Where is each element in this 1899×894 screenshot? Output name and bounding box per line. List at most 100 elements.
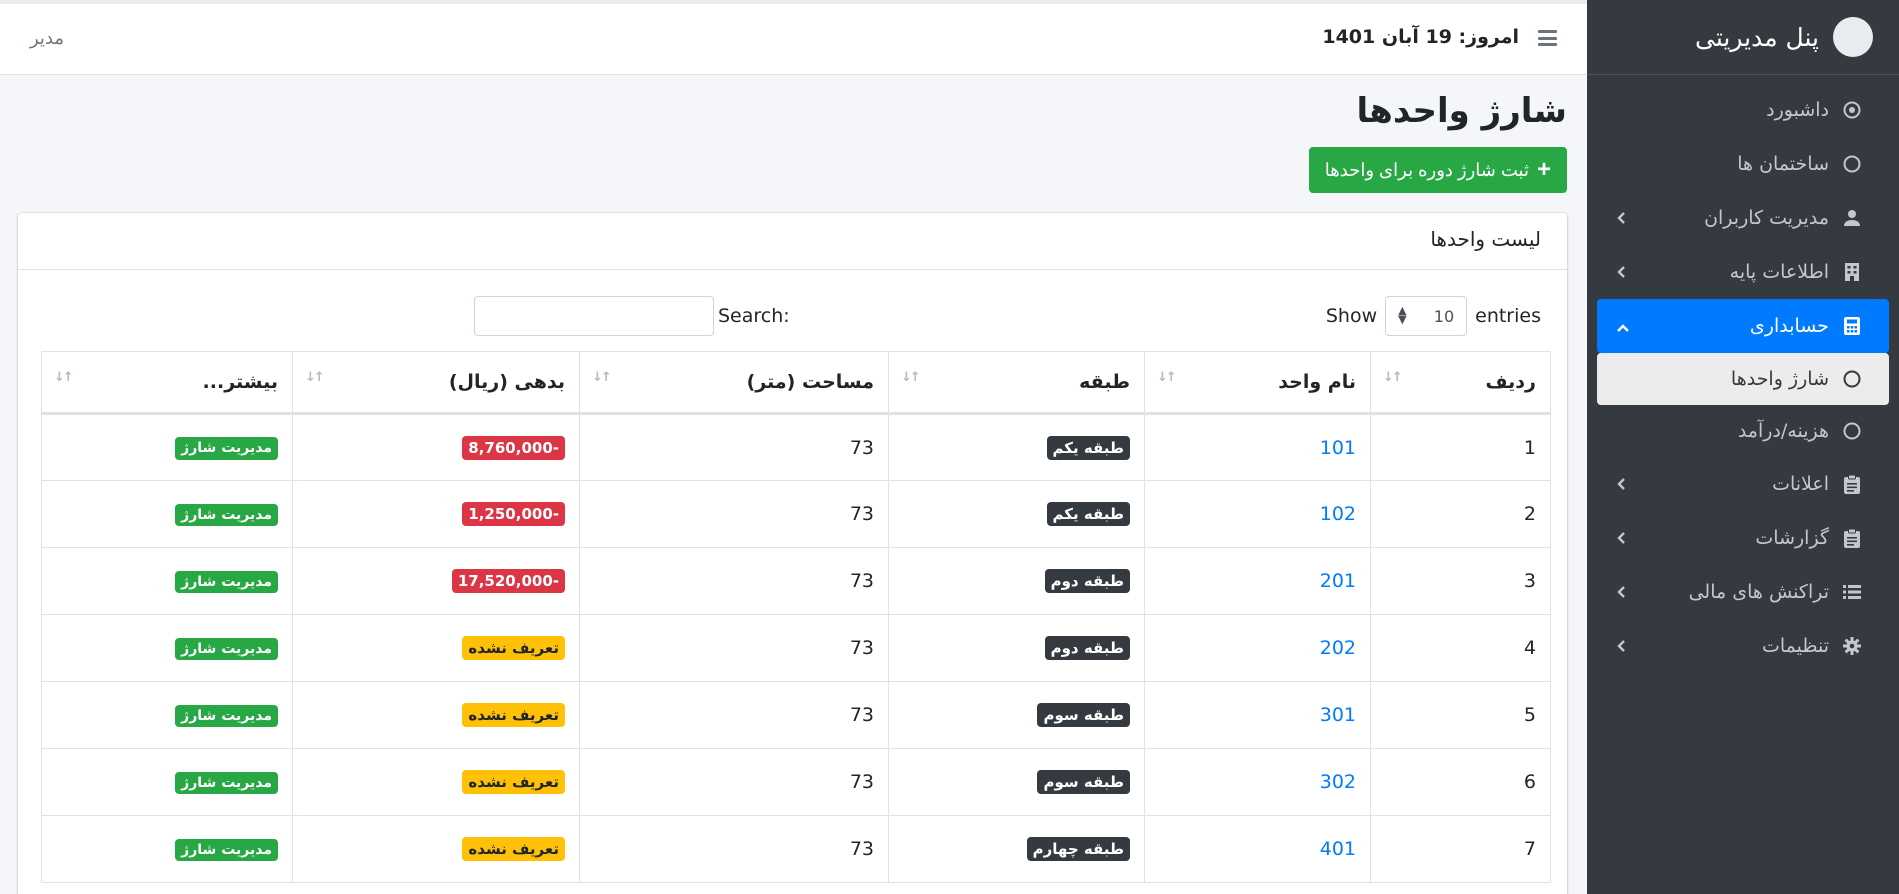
sidebar-item-9[interactable]: تراکنش های مالی: [1597, 565, 1889, 619]
sidebar-item-label: ساختمان ها: [1737, 153, 1829, 175]
floor-badge: طبقه سوم: [1037, 770, 1130, 794]
floor-badge: طبقه یکم: [1046, 502, 1130, 526]
cell-radif: 7: [1370, 815, 1551, 883]
floor-badge: طبقه چهارم: [1026, 837, 1130, 861]
unit-link[interactable]: 301: [1320, 704, 1356, 726]
calculator-icon: [1839, 317, 1865, 335]
gear-icon: [1839, 637, 1865, 655]
user-menu[interactable]: مدیر: [30, 28, 64, 49]
table-row: 6 302 طبقه سوم 73 تعریف نشده مدیریت شارژ: [41, 748, 1551, 816]
manage-charge-button[interactable]: مدیریت شارژ: [175, 437, 278, 460]
chevron-up-icon: [1617, 317, 1629, 336]
cell-radif: 4: [1370, 614, 1551, 682]
col-header-area[interactable]: مساحت (متر) ↑↓: [579, 351, 889, 415]
cell-debt: تعریف نشده: [292, 815, 580, 883]
cell-name: 301: [1144, 681, 1371, 749]
sidebar-item-3[interactable]: اطلاعات پایه: [1597, 245, 1889, 299]
table-body: 1 101 طبقه یکم 73 -8,760,000 مدیریت شارژ 2 102 ط…: [41, 413, 1551, 883]
table-row: 7 401 طبقه چهارم 73 تعریف نشده مدیریت شارژ: [41, 815, 1551, 883]
sidebar-item-4[interactable]: حسابداری: [1597, 299, 1889, 353]
cell-area: 73: [579, 815, 889, 883]
cell-more: مدیریت شارژ: [41, 480, 293, 548]
sidebar-item-2[interactable]: مدیریت کاربران: [1597, 191, 1889, 245]
circle-icon: [1839, 155, 1865, 173]
cell-debt: -8,760,000: [292, 413, 580, 481]
brand-logo: [1833, 17, 1873, 57]
cell-area: 73: [579, 681, 889, 749]
cell-area: 73: [579, 547, 889, 615]
sidebar-item-label: هزینه/درآمد: [1737, 420, 1829, 442]
sidebar-item-label: گزارشات: [1755, 527, 1829, 549]
manage-charge-button[interactable]: مدیریت شارژ: [175, 838, 278, 862]
col-header-floor[interactable]: طبقه ↑↓: [888, 351, 1145, 415]
clipboard-icon: [1839, 474, 1865, 494]
sidebar-nav: داشبورد ساختمان ها مدیریت کاربران اطلاعات پ…: [1587, 75, 1899, 673]
chevron-left-icon: [1617, 263, 1625, 282]
brand[interactable]: پنل مدیریتی: [1587, 0, 1899, 75]
sidebar-item-6[interactable]: هزینه/درآمد: [1597, 405, 1889, 457]
cell-radif: 6: [1370, 748, 1551, 816]
sidebar-item-0[interactable]: داشبورد: [1597, 83, 1889, 137]
user-icon: [1839, 209, 1865, 227]
dashboard-icon: [1839, 101, 1865, 119]
add-period-charge-button[interactable]: + ثبت شارژ دوره برای واحدها: [1308, 147, 1567, 193]
col-header-name[interactable]: نام واحد ↑↓: [1144, 351, 1371, 415]
search-control: Search:: [474, 296, 790, 336]
cell-radif: 3: [1370, 547, 1551, 615]
cell-radif: 5: [1370, 681, 1551, 749]
list-icon: [1839, 584, 1865, 600]
col-header-more[interactable]: بیشتر... ↑↓: [41, 351, 293, 415]
unit-link[interactable]: 201: [1320, 570, 1356, 592]
hamburger-menu-icon[interactable]: [1538, 30, 1557, 46]
unit-link[interactable]: 401: [1320, 838, 1356, 860]
floor-badge: طبقه سوم: [1037, 703, 1130, 727]
entries-label: entries: [1475, 305, 1541, 327]
manage-charge-button[interactable]: مدیریت شارژ: [175, 704, 278, 728]
unit-link[interactable]: 102: [1320, 503, 1356, 525]
chevron-left-icon: [1617, 475, 1625, 494]
sort-icon: ↑↓: [1383, 370, 1403, 385]
entries-value: 10: [1433, 306, 1455, 326]
building-icon: [1839, 263, 1865, 281]
table-row: 2 102 طبقه یکم 73 -1,250,000 مدیریت شارژ: [41, 480, 1551, 548]
col-header-debt[interactable]: بدهی (ریال) ↑↓: [292, 351, 580, 415]
cell-radif: 2: [1370, 480, 1551, 548]
manage-charge-button[interactable]: مدیریت شارژ: [175, 771, 278, 795]
top-navbar: امروز: 19 آبان 1401 مدیر: [0, 0, 1587, 75]
sidebar-item-label: تنظیمات: [1761, 635, 1829, 657]
sidebar-item-label: اطلاعات پایه: [1729, 261, 1829, 283]
cell-more: مدیریت شارژ: [41, 748, 293, 816]
cell-area: 73: [579, 413, 889, 481]
add-period-charge-label: ثبت شارژ دوره برای واحدها: [1324, 159, 1529, 180]
cell-floor: طبقه یکم: [888, 413, 1145, 481]
manage-charge-button[interactable]: مدیریت شارژ: [175, 503, 278, 527]
cell-name: 102: [1144, 480, 1371, 548]
today-date: امروز: 19 آبان 1401: [1322, 26, 1519, 48]
unit-link[interactable]: 302: [1320, 771, 1356, 793]
sidebar-item-5[interactable]: شارژ واحدها: [1597, 353, 1889, 405]
chevron-left-icon: [1617, 529, 1625, 548]
unit-link[interactable]: 101: [1320, 437, 1356, 459]
unit-link[interactable]: 202: [1320, 637, 1356, 659]
cell-more: مدیریت شارژ: [41, 614, 293, 682]
cell-name: 302: [1144, 748, 1371, 816]
col-header-radif[interactable]: ردیف ↑↓: [1370, 351, 1551, 415]
manage-charge-button[interactable]: مدیریت شارژ: [175, 637, 278, 661]
card-header: لیست واحدها: [18, 213, 1567, 270]
debt-badge: تعریف نشده: [462, 770, 565, 794]
sidebar-item-label: داشبورد: [1766, 99, 1829, 121]
select-arrows-icon: ▲ ▼: [1398, 304, 1407, 326]
sort-icon: ↑↓: [1157, 370, 1177, 385]
debt-badge: تعریف نشده: [462, 837, 565, 861]
cell-name: 101: [1144, 413, 1371, 481]
sidebar-item-1[interactable]: ساختمان ها: [1597, 137, 1889, 191]
entries-select[interactable]: ▲ ▼ 10: [1385, 296, 1468, 336]
manage-charge-button[interactable]: مدیریت شارژ: [175, 570, 278, 594]
cell-more: مدیریت شارژ: [41, 681, 293, 749]
cell-debt: -1,250,000: [292, 480, 580, 548]
sidebar-item-8[interactable]: گزارشات: [1597, 511, 1889, 565]
search-input[interactable]: [474, 296, 714, 336]
cell-name: 401: [1144, 815, 1371, 883]
sidebar-item-10[interactable]: تنظیمات: [1597, 619, 1889, 673]
sidebar-item-7[interactable]: اعلانات: [1597, 457, 1889, 511]
